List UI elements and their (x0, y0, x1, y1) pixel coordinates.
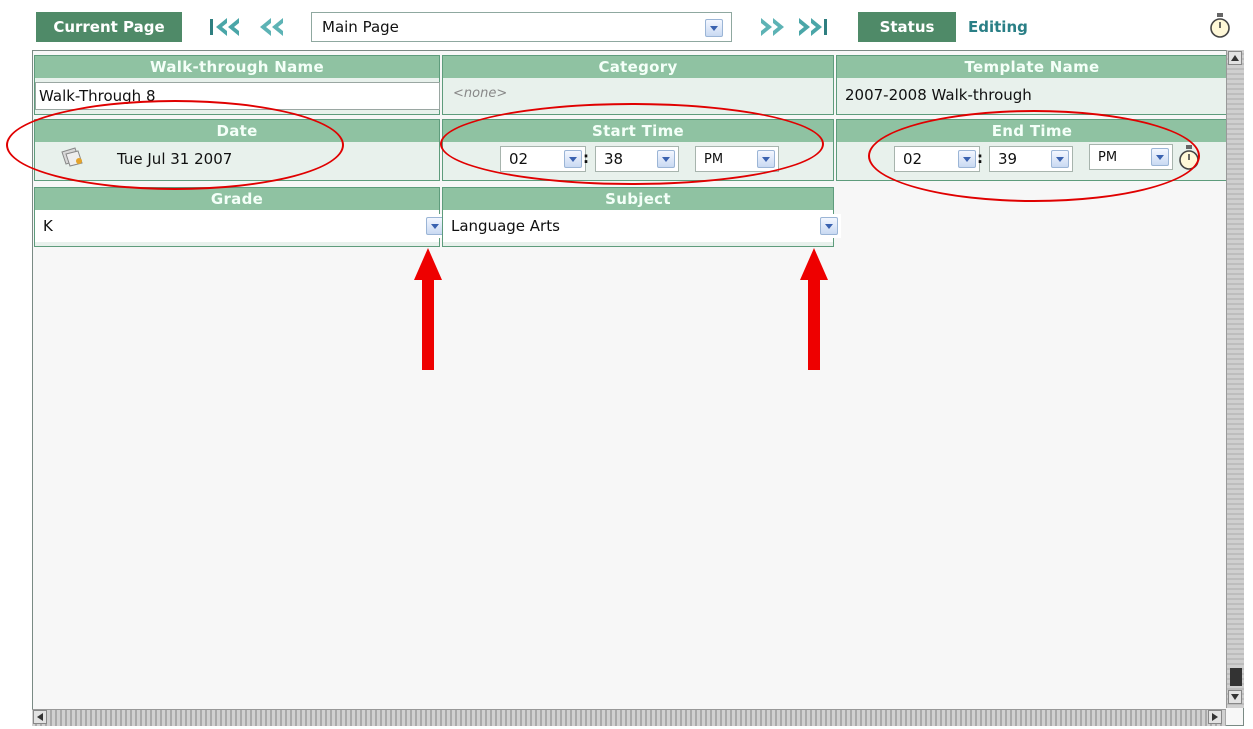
grade-header: Grade (35, 188, 439, 210)
grade-value: K (43, 217, 53, 235)
first-page-icon (210, 18, 239, 36)
stopwatch-button[interactable] (1208, 12, 1234, 42)
scroll-thumb[interactable] (1230, 668, 1242, 686)
status-value: Editing (958, 12, 1198, 42)
stopwatch-icon (1210, 13, 1230, 38)
arrow-left-icon (37, 713, 43, 721)
subject-dropdown-button[interactable] (820, 217, 838, 235)
arrow-up-icon (1231, 55, 1239, 61)
previous-page-icon (260, 18, 283, 36)
walkthrough-name-header: Walk-through Name (35, 56, 439, 78)
page-select-dropdown-button[interactable] (705, 19, 723, 37)
annotation-ellipse-end-time (868, 110, 1200, 202)
toolbar: Current Page Main Page Status Editing (32, 8, 1244, 48)
category-value: <none> (453, 86, 508, 101)
last-page-button[interactable] (794, 15, 830, 39)
grade-cell: Grade K (34, 187, 447, 247)
scroll-right-button[interactable] (1208, 710, 1222, 724)
scroll-down-button[interactable] (1228, 690, 1242, 704)
last-page-icon (799, 18, 827, 36)
previous-page-button[interactable] (256, 15, 290, 39)
template-name-value: 2007-2008 Walk-through (845, 86, 1032, 104)
status-label: Status (858, 12, 956, 42)
scroll-left-button[interactable] (33, 710, 47, 724)
first-page-button[interactable] (208, 15, 244, 39)
grade-select[interactable]: K (35, 214, 447, 238)
annotation-arrow-grade (414, 248, 442, 370)
annotation-arrow-subject (800, 248, 828, 370)
next-page-icon (761, 18, 784, 36)
current-page-label: Current Page (36, 12, 182, 42)
horizontal-scrollbar[interactable] (32, 709, 1226, 726)
page-select-value: Main Page (322, 18, 399, 36)
scroll-up-button[interactable] (1228, 51, 1242, 65)
vertical-scrollbar[interactable] (1226, 50, 1244, 708)
page-select[interactable]: Main Page (311, 12, 732, 42)
subject-select[interactable]: Language Arts (443, 214, 841, 238)
next-page-button[interactable] (754, 15, 788, 39)
annotation-ellipse-date (6, 100, 344, 190)
template-name-cell: Template Name 2007-2008 Walk-through (836, 55, 1228, 115)
template-name-header: Template Name (837, 56, 1227, 78)
subject-header: Subject (443, 188, 833, 210)
subject-value: Language Arts (451, 217, 560, 235)
subject-cell: Subject Language Arts (442, 187, 841, 247)
category-header: Category (443, 56, 833, 78)
annotation-ellipse-start-time (440, 103, 824, 185)
arrow-right-icon (1212, 713, 1218, 721)
arrow-down-icon (1231, 694, 1239, 700)
